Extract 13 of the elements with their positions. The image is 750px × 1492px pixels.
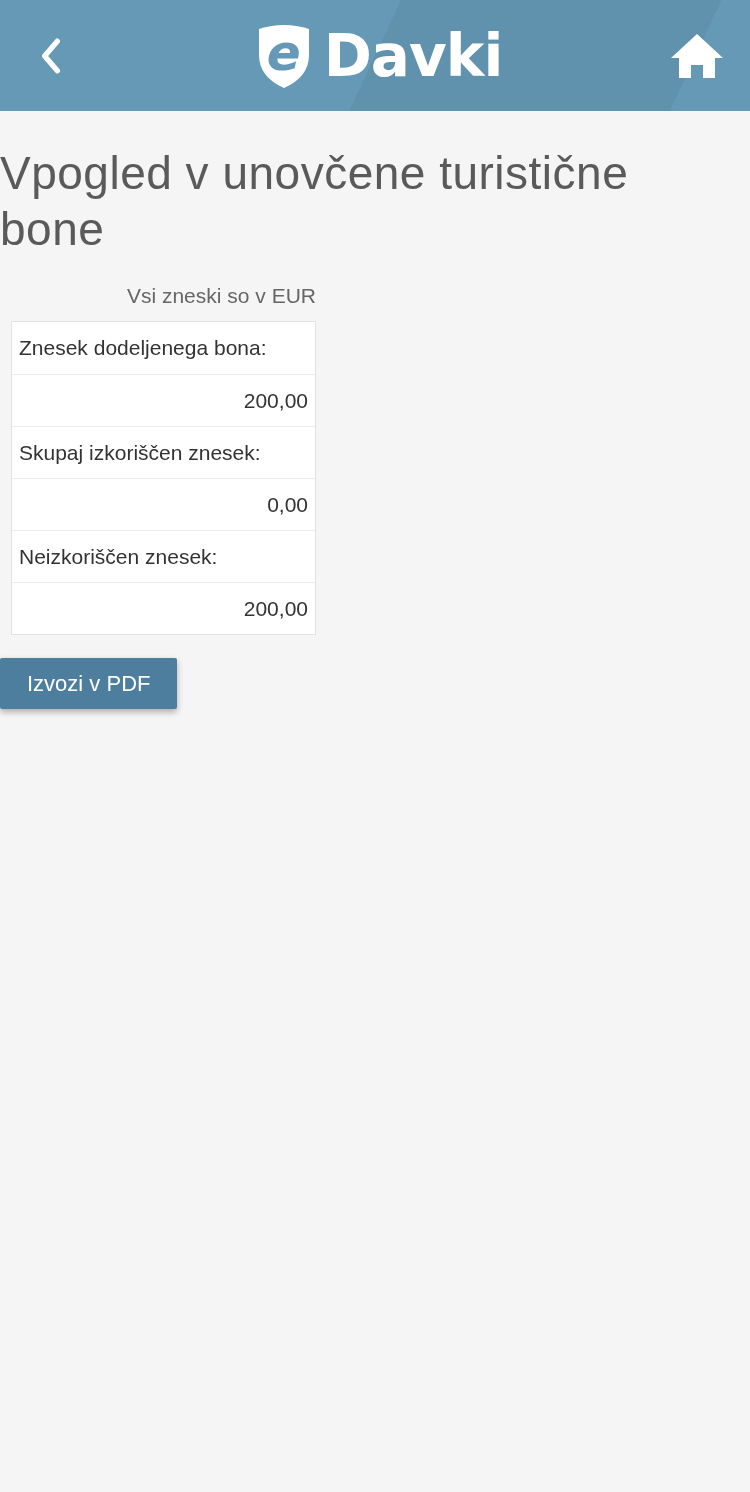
logo-text: Davki	[323, 26, 503, 85]
value-cell: 0,00	[12, 478, 315, 530]
value-cell: 200,00	[12, 582, 315, 634]
logo-mark: e	[265, 24, 302, 81]
label-cell: Skupaj izkoriščen znesek:	[12, 426, 315, 478]
home-button[interactable]	[670, 32, 724, 79]
label-cell: Neizkoriščen znesek:	[12, 530, 315, 582]
currency-note: Vsi zneski so v EUR	[126, 283, 316, 309]
value-cell: 200,00	[12, 374, 315, 426]
home-icon	[670, 32, 724, 79]
label-cell-text: Znesek dodeljenega bona:	[18, 335, 268, 361]
page-title: Vpogled v unovčene turistične bone	[0, 146, 630, 257]
export-pdf-button[interactable]: Izvozi v PDF	[0, 658, 178, 709]
